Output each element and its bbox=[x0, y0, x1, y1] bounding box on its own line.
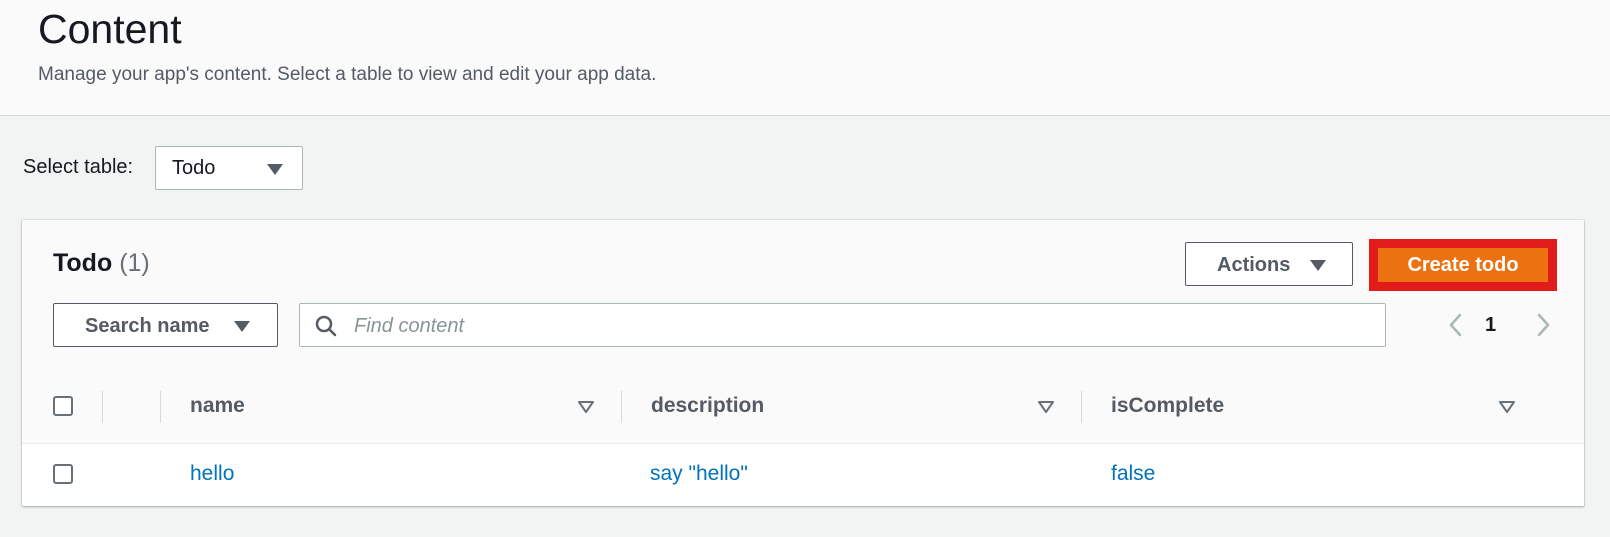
column-header-name[interactable]: name bbox=[190, 394, 245, 418]
sort-triangle-icon[interactable] bbox=[577, 400, 595, 414]
page-title: Content bbox=[38, 6, 182, 52]
item-count: (1) bbox=[119, 249, 150, 277]
actions-button-label: Actions bbox=[1217, 254, 1291, 276]
search-icon bbox=[315, 315, 337, 337]
column-header-description[interactable]: description bbox=[651, 394, 764, 418]
actions-button[interactable]: Actions bbox=[1185, 242, 1353, 286]
column-divider bbox=[102, 391, 103, 423]
caret-down-icon bbox=[234, 321, 250, 332]
search-by-label: Search name bbox=[85, 315, 210, 337]
chevron-left-icon bbox=[1449, 313, 1462, 337]
column-divider bbox=[621, 391, 622, 423]
caret-down-icon bbox=[1310, 260, 1326, 271]
page-header: Content Manage your app's content. Selec… bbox=[0, 0, 1610, 116]
cell-iscomplete[interactable]: false bbox=[1111, 462, 1155, 486]
previous-page-button[interactable] bbox=[1442, 310, 1470, 340]
next-page-button[interactable] bbox=[1529, 310, 1557, 340]
page-subtitle: Manage your app's content. Select a tabl… bbox=[38, 64, 657, 85]
search-by-dropdown[interactable]: Search name bbox=[53, 303, 278, 347]
create-todo-button[interactable]: Create todo bbox=[1378, 248, 1548, 282]
row-checkbox[interactable] bbox=[53, 464, 73, 484]
panel-title: Todo (1) bbox=[53, 249, 150, 278]
table-row: hello say "hello" false bbox=[22, 444, 1584, 506]
panel-title-text: Todo bbox=[53, 249, 113, 277]
current-page-number[interactable]: 1 bbox=[1485, 314, 1496, 337]
column-divider bbox=[160, 391, 161, 423]
search-input[interactable] bbox=[352, 310, 1356, 342]
panel-header: Todo (1) Actions Create todo Search name bbox=[22, 220, 1584, 372]
sort-triangle-icon[interactable] bbox=[1498, 400, 1516, 414]
select-table-value: Todo bbox=[172, 157, 216, 179]
column-header-iscomplete[interactable]: isComplete bbox=[1111, 394, 1224, 418]
column-divider bbox=[1081, 391, 1082, 423]
select-all-checkbox[interactable] bbox=[53, 396, 73, 416]
search-box bbox=[299, 303, 1386, 347]
cell-description[interactable]: say "hello" bbox=[650, 462, 748, 486]
cell-name[interactable]: hello bbox=[190, 462, 234, 486]
content-table-panel: Todo (1) Actions Create todo Search name bbox=[22, 220, 1584, 506]
chevron-right-icon bbox=[1537, 313, 1550, 337]
select-table-label: Select table: bbox=[23, 156, 134, 178]
create-todo-button-label: Create todo bbox=[1407, 254, 1519, 276]
select-table-dropdown[interactable]: Todo bbox=[155, 146, 303, 190]
create-button-highlight: Create todo bbox=[1369, 239, 1557, 291]
sort-triangle-icon[interactable] bbox=[1037, 400, 1055, 414]
table-header: name description isComplete bbox=[22, 371, 1584, 444]
caret-down-icon bbox=[267, 164, 283, 175]
